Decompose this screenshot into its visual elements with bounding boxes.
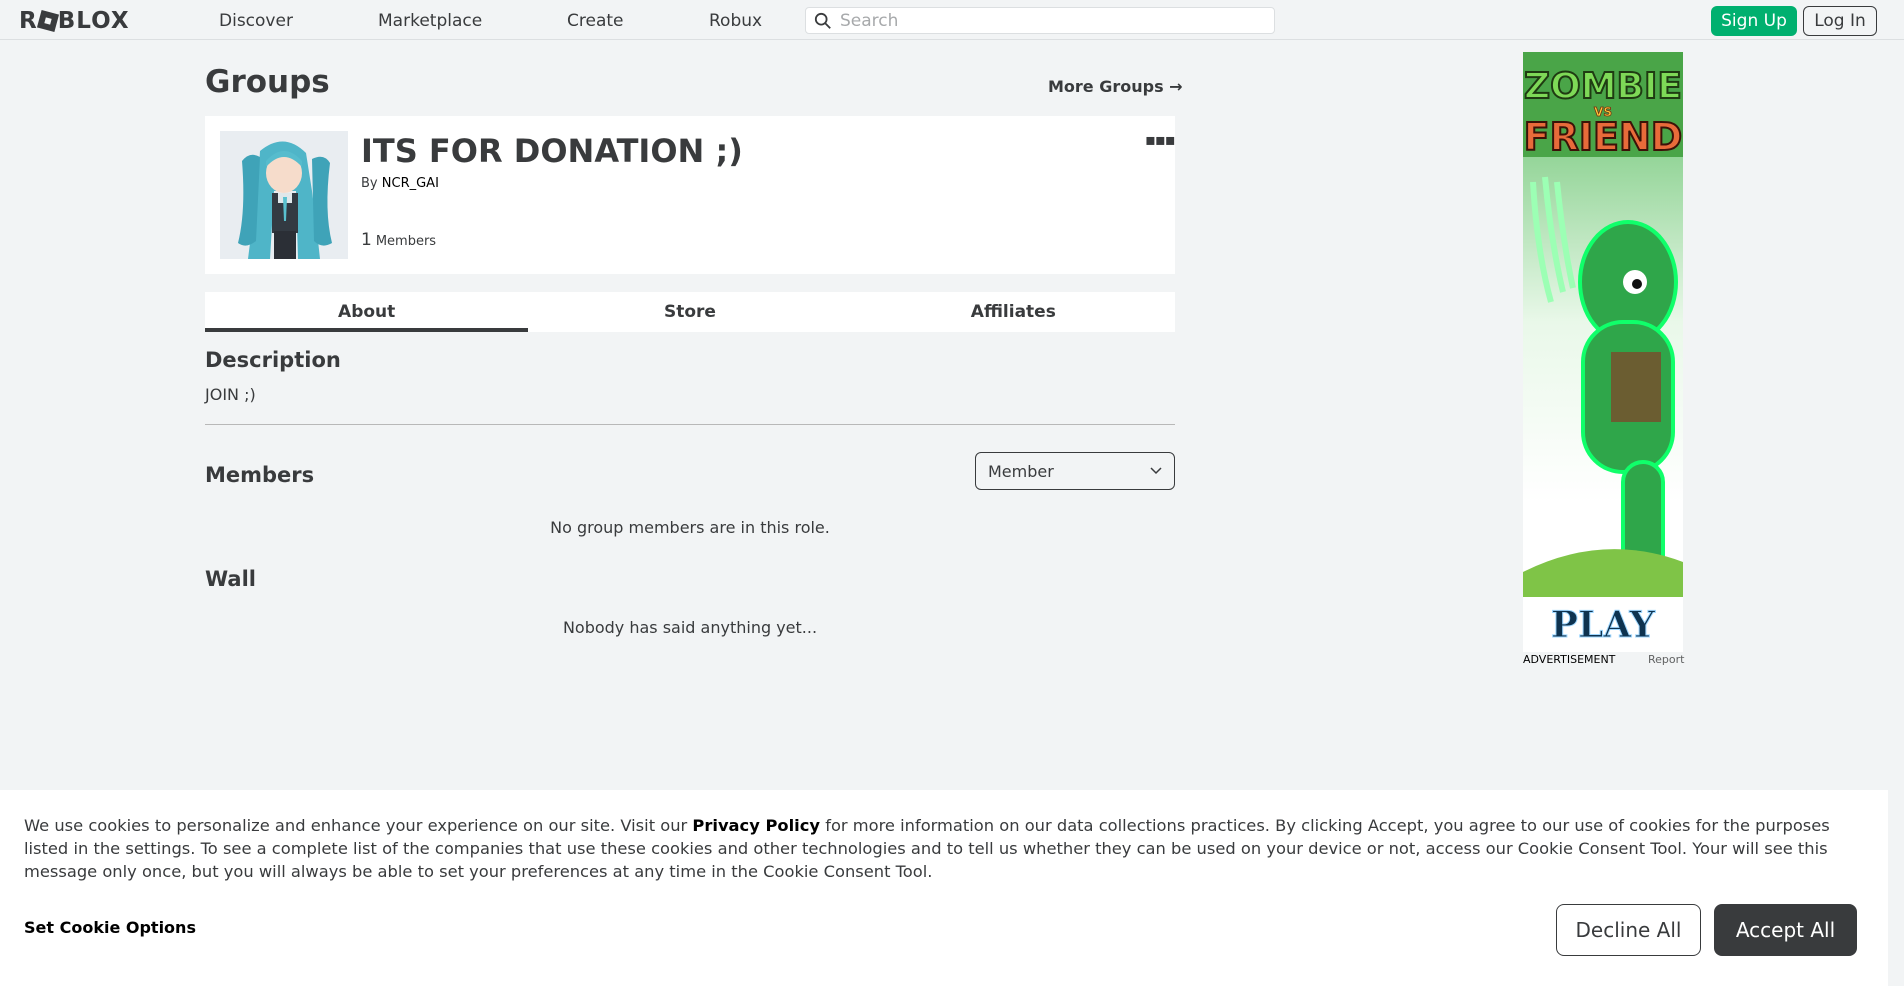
zombie-ad-artwork: ZOMBIE VS FRIEND PLAY	[1523, 52, 1683, 652]
anime-character-icon	[220, 131, 348, 259]
tab-affiliates[interactable]: Affiliates	[852, 292, 1175, 332]
log-in-button[interactable]: Log In	[1803, 6, 1877, 36]
roblox-logo[interactable]: R BLOX	[19, 8, 130, 34]
logo-letters: BLOX	[57, 8, 130, 34]
ad-play-button: PLAY	[1551, 604, 1657, 646]
ad-report-link[interactable]: Report	[1648, 653, 1684, 666]
chevron-down-icon	[1150, 467, 1162, 475]
ad-title-line2: FRIEND	[1524, 115, 1683, 159]
cookie-message: We use cookies to personalize and enhanc…	[24, 814, 1864, 883]
role-dropdown-value: Member	[988, 461, 1054, 481]
logo-letter: R	[19, 8, 38, 34]
description-heading: Description	[205, 348, 341, 372]
role-dropdown[interactable]: Member	[975, 452, 1175, 490]
logo-tilted-o	[36, 9, 59, 33]
description-text: JOIN ;)	[205, 385, 256, 404]
page-title: Groups	[205, 64, 330, 100]
set-cookie-options-button[interactable]: Set Cookie Options	[24, 918, 196, 937]
group-header-card: ITS FOR DONATION ;) By NCR_GAI 1 Members …	[205, 116, 1176, 274]
scrollbar-track[interactable]	[1888, 790, 1904, 986]
section-divider	[205, 424, 1175, 425]
top-nav-bar: R BLOX Discover Marketplace Create Robux …	[0, 0, 1904, 40]
by-prefix: By	[361, 176, 378, 191]
member-count-label: Members	[375, 234, 437, 249]
member-count: 1 Members	[361, 230, 436, 250]
members-heading: Members	[205, 463, 315, 487]
group-owner-link[interactable]: NCR_GAI	[382, 176, 439, 191]
member-count-number: 1	[361, 230, 372, 250]
search-box[interactable]	[805, 7, 1275, 34]
no-members-message: No group members are in this role.	[550, 518, 830, 537]
cookie-consent-banner: We use cookies to personalize and enhanc…	[0, 790, 1888, 986]
group-owner-line: By NCR_GAI	[361, 176, 439, 191]
advertisement-label: ADVERTISEMENT	[1523, 653, 1616, 666]
ad-title-line1: ZOMBIE	[1524, 66, 1682, 107]
more-groups-link[interactable]: More Groups →	[1048, 77, 1183, 96]
sign-up-button[interactable]: Sign Up	[1711, 6, 1797, 36]
group-emblem-image	[220, 131, 348, 259]
nav-robux[interactable]: Robux	[709, 11, 762, 31]
group-name: ITS FOR DONATION ;)	[361, 132, 743, 170]
tab-store[interactable]: Store	[528, 292, 851, 332]
accept-all-button[interactable]: Accept All	[1714, 904, 1857, 956]
wall-empty-message: Nobody has said anything yet...	[562, 618, 818, 637]
advertisement-banner[interactable]: ZOMBIE VS FRIEND PLAY	[1523, 52, 1683, 652]
wall-heading: Wall	[205, 567, 256, 591]
tab-about[interactable]: About	[205, 292, 529, 332]
search-icon	[814, 12, 831, 29]
search-input[interactable]	[840, 10, 1260, 31]
nav-create[interactable]: Create	[567, 11, 624, 31]
decline-all-button[interactable]: Decline All	[1556, 904, 1701, 956]
nav-marketplace[interactable]: Marketplace	[378, 11, 482, 31]
more-options-icon[interactable]: ▪▪▪	[1145, 130, 1176, 149]
group-tabs: About Store Affiliates	[205, 292, 1175, 332]
cookie-text-before: We use cookies to personalize and enhanc…	[24, 816, 693, 835]
nav-discover[interactable]: Discover	[219, 11, 293, 31]
privacy-policy-link[interactable]: Privacy Policy	[692, 816, 820, 835]
